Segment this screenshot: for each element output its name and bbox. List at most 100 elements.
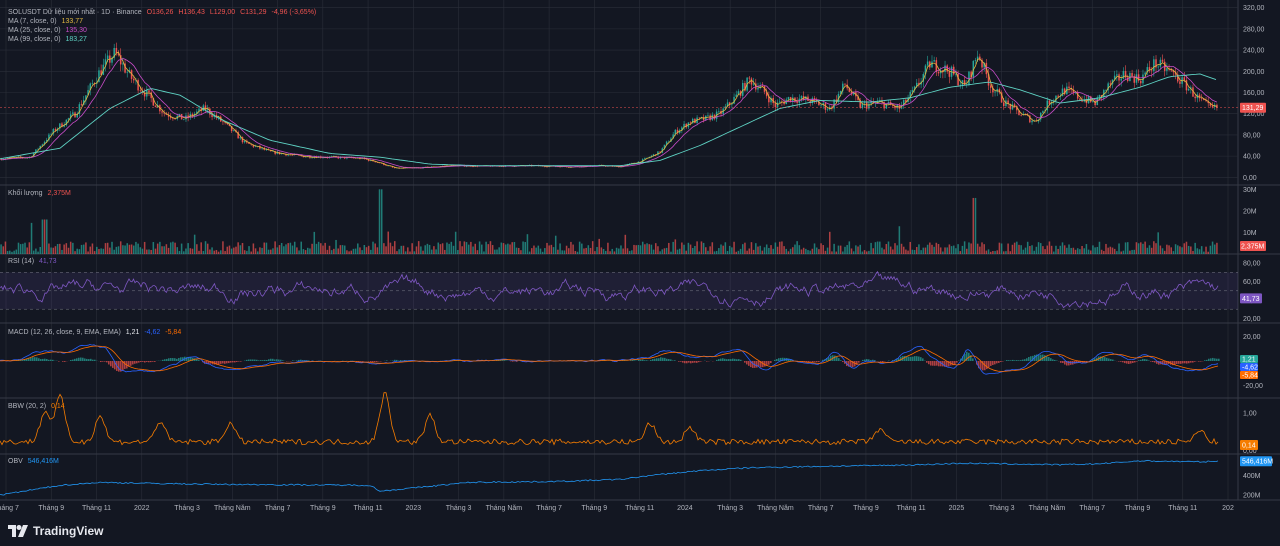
- volume-bar: [998, 242, 1001, 254]
- volume-legend[interactable]: Khối lượng 2,375M: [8, 189, 74, 198]
- volume-bar: [52, 247, 55, 254]
- volume-bar: [691, 247, 694, 254]
- rsi-legend[interactable]: RSI (14) 41,73: [8, 257, 60, 266]
- volume-bar: [41, 219, 44, 254]
- volume-bar: [311, 243, 313, 254]
- volume-bar: [367, 245, 370, 254]
- volume-bar: [535, 247, 537, 254]
- volume-bar: [93, 251, 96, 254]
- volume-bar: [1120, 251, 1122, 254]
- volume-bar: [487, 244, 490, 254]
- volume-bar: [263, 242, 266, 254]
- volume-bar: [1081, 245, 1083, 254]
- volume-bar: [152, 242, 155, 254]
- macd-histogram-bar: [986, 361, 988, 370]
- volume-bar: [352, 248, 355, 254]
- volume-bar: [1185, 241, 1188, 254]
- price-tick-label: 40,00: [1243, 154, 1261, 161]
- volume-bar: [609, 251, 611, 254]
- volume-bar: [544, 248, 546, 254]
- volume-bar: [1190, 246, 1192, 254]
- macd-histogram-bar: [140, 361, 142, 363]
- macd-histogram-bar: [728, 359, 730, 361]
- macd-histogram-bar: [84, 358, 86, 361]
- volume-bar: [102, 248, 105, 254]
- volume-bar: [1183, 243, 1186, 254]
- volume-bar: [130, 244, 133, 254]
- macd-value-3: -5,84: [165, 329, 182, 336]
- macd-legend[interactable]: MACD (12, 26, close, 9, EMA, EMA) 1,21 -…: [8, 328, 184, 337]
- volume-bar: [818, 249, 820, 254]
- volume-bar: [883, 249, 885, 254]
- macd-histogram-bar: [296, 360, 298, 361]
- volume-bar: [463, 241, 466, 254]
- volume-bar: [1205, 246, 1207, 254]
- volume-bar: [1140, 242, 1142, 254]
- volume-bar: [6, 251, 9, 254]
- volume-bar: [733, 241, 735, 254]
- macd-histogram-bar: [34, 357, 36, 361]
- volume-bar: [243, 250, 246, 254]
- tradingview-logo[interactable]: TradingView: [8, 524, 103, 538]
- bbw-legend[interactable]: BBW (20, 2) 0,14: [8, 402, 68, 411]
- volume-label: Khối lượng: [8, 190, 43, 197]
- macd-histogram-bar: [168, 358, 170, 361]
- macd-histogram-bar: [226, 361, 228, 364]
- macd-histogram-bar: [394, 359, 396, 361]
- x-tick-label: Tháng 7: [1079, 505, 1105, 512]
- volume-bar: [665, 247, 668, 254]
- volume-bar: [911, 249, 914, 254]
- ma7-legend[interactable]: MA (7, close, 0) 133,77: [8, 17, 86, 26]
- volume-bar: [994, 251, 996, 254]
- volume-bar: [750, 242, 753, 254]
- volume-bar: [574, 251, 577, 254]
- macd-histogram-bar: [680, 361, 682, 362]
- price-chart[interactable]: 320,00280,00240,00200,00160,00120,0080,0…: [0, 0, 1280, 516]
- candle-body: [707, 115, 709, 117]
- volume-bar: [82, 244, 85, 254]
- volume-bar: [204, 241, 207, 254]
- volume-bar: [261, 247, 263, 254]
- volume-bar: [972, 197, 975, 254]
- volume-bar: [413, 251, 416, 254]
- macd-histogram-bar: [1068, 361, 1070, 366]
- macd-histogram-bar: [130, 361, 132, 366]
- ma99-legend[interactable]: MA (99, close, 0) 183,27: [8, 35, 90, 44]
- volume-bar: [739, 248, 742, 254]
- ma7-value: 133,77: [61, 18, 84, 25]
- x-tick-label: Tháng 7: [808, 505, 834, 512]
- macd-histogram-bar: [668, 359, 670, 361]
- candle-body: [1183, 77, 1186, 80]
- macd-histogram-bar: [720, 358, 722, 361]
- volume-bar: [124, 245, 126, 254]
- volume-bar: [461, 246, 463, 254]
- macd-histogram-bar: [764, 361, 766, 367]
- macd-histogram-bar: [80, 357, 82, 361]
- volume-bar: [215, 249, 218, 254]
- macd-histogram-bar: [768, 361, 770, 365]
- volume-bar: [1059, 245, 1062, 254]
- candle-body: [115, 47, 118, 54]
- volume-bar: [731, 247, 733, 254]
- ma25-legend[interactable]: MA (25, close, 0) 135,30: [8, 26, 90, 35]
- macd-histogram-bar: [656, 358, 658, 361]
- volume-bar: [726, 250, 729, 254]
- volume-bar: [622, 248, 624, 254]
- obv-legend[interactable]: OBV 546,416M: [8, 457, 62, 466]
- volume-bar: [300, 241, 302, 254]
- volume-bar: [428, 244, 431, 254]
- volume-bar: [900, 243, 903, 254]
- macd-histogram-bar: [874, 360, 876, 361]
- macd-histogram-bar: [858, 361, 860, 363]
- volume-bar: [80, 244, 83, 254]
- volume-bar: [296, 247, 298, 254]
- rsi-last-label: 41,73: [1242, 296, 1260, 303]
- volume-bar: [637, 244, 640, 254]
- macd-histogram-bar: [400, 360, 402, 361]
- candle-body: [989, 85, 992, 88]
- x-tick-label: Tháng 11: [1168, 505, 1197, 512]
- volume-bar: [626, 248, 629, 254]
- volume-bar: [1100, 249, 1103, 254]
- candle-body: [1079, 98, 1081, 100]
- candle-body: [1179, 81, 1181, 84]
